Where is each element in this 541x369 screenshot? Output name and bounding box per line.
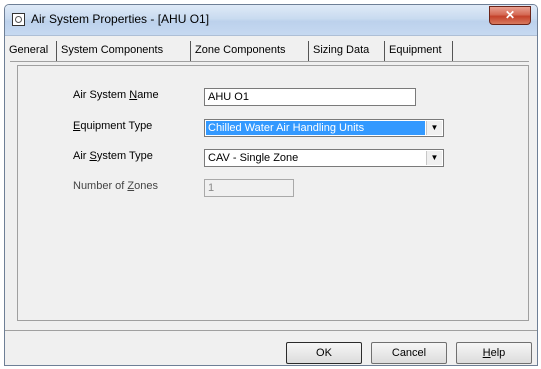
tab-sizing-data[interactable]: Sizing Data [309,41,385,61]
number-of-zones-input: 1 [204,179,294,197]
air-system-name-label: Air System Name [73,89,159,101]
tab-divider [10,61,529,62]
equipment-type-label: Equipment Type [73,120,153,132]
dialog-window: Air System Properties - [AHU O1] ✕ Gener… [4,4,538,366]
chevron-down-icon[interactable]: ▼ [426,151,442,165]
tab-general[interactable]: General [5,41,57,61]
ok-button[interactable]: OK [286,342,362,364]
general-panel: Air System Name AHU O1 Equipment Type Ch… [17,65,529,321]
chevron-down-icon[interactable]: ▼ [426,121,442,135]
help-button[interactable]: Help [456,342,532,364]
close-button[interactable]: ✕ [489,6,531,25]
app-icon [12,13,25,26]
air-system-type-value: CAV - Single Zone [208,152,299,164]
air-system-type-select[interactable]: CAV - Single Zone ▼ [204,149,444,167]
tab-equipment[interactable]: Equipment [385,41,453,61]
title-bar[interactable]: Air System Properties - [AHU O1] ✕ [5,5,537,36]
air-system-name-input[interactable]: AHU O1 [204,88,416,106]
equipment-type-select[interactable]: Chilled Water Air Handling Units ▼ [204,119,444,137]
footer-divider [5,330,537,331]
tab-zone-components[interactable]: Zone Components [191,41,309,61]
window-title: Air System Properties - [AHU O1] [31,12,210,26]
close-icon: ✕ [504,8,516,22]
number-of-zones-label: Number of Zones [73,180,159,192]
tab-system-components[interactable]: System Components [57,41,191,61]
air-system-type-label: Air System Type [73,150,153,162]
cancel-button[interactable]: Cancel [371,342,447,364]
equipment-type-value: Chilled Water Air Handling Units [206,121,425,135]
tab-strip: General System Components Zone Component… [5,41,537,61]
